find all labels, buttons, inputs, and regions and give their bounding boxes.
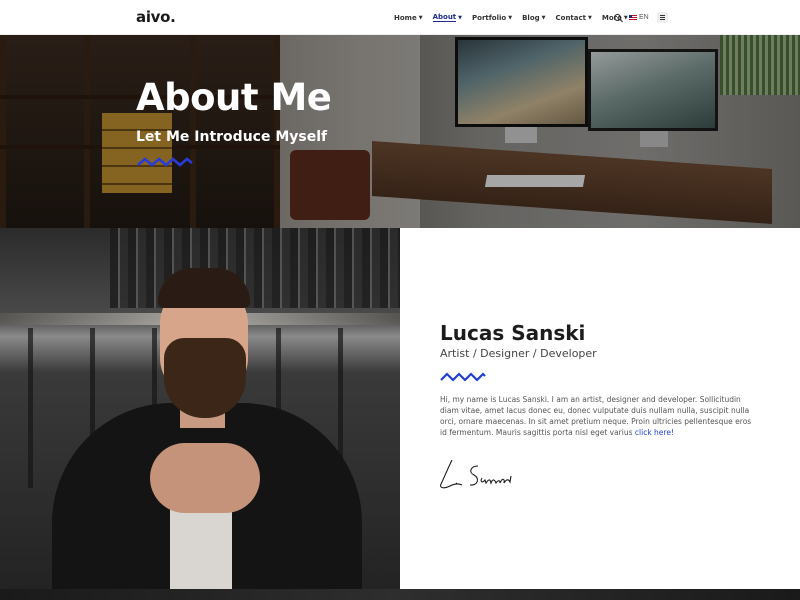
profile-photo (0, 228, 400, 589)
page-subtitle: Let Me Introduce Myself (136, 129, 328, 145)
person-beard (164, 338, 246, 418)
nav-item-home[interactable]: Home ▼ (394, 14, 423, 22)
page-title: About Me (136, 76, 332, 119)
profile-role: Artist / Designer / Developer (440, 347, 597, 360)
nav-label: Contact (555, 13, 587, 22)
nav-item-blog[interactable]: Blog ▼ (522, 14, 545, 22)
zigzag-divider-icon (137, 157, 193, 167)
header-tools: EN (613, 0, 668, 35)
nav-label: Portfolio (472, 13, 507, 22)
menu-button[interactable] (656, 12, 668, 23)
nav-label: Blog (522, 13, 540, 22)
language-label: EN (639, 14, 649, 21)
bio-text: Hi, my name is Lucas Sanski. I am an art… (440, 395, 752, 437)
person-hands (150, 443, 260, 513)
signature (440, 459, 512, 489)
profile-name: Lucas Sanski (440, 321, 586, 345)
uk-flag-icon (629, 15, 637, 20)
chevron-down-icon: ▼ (541, 14, 546, 21)
chevron-down-icon: ▼ (458, 14, 463, 21)
hero-banner: About Me Let Me Introduce Myself (0, 35, 800, 228)
zigzag-divider-icon (440, 372, 486, 382)
language-switcher[interactable]: EN (629, 14, 649, 21)
hero-overlay (0, 35, 800, 228)
next-section-edge (0, 589, 800, 600)
site-logo[interactable]: aivo. (136, 8, 176, 26)
chevron-down-icon: ▼ (508, 14, 513, 21)
profile-bio: Hi, my name is Lucas Sanski. I am an art… (440, 394, 760, 438)
site-header: aivo. Home ▼ About ▼ Portfolio ▼ Blog ▼ … (0, 0, 800, 35)
nav-item-contact[interactable]: Contact ▼ (556, 14, 592, 22)
person-hair (158, 268, 250, 308)
main-nav: Home ▼ About ▼ Portfolio ▼ Blog ▼ Contac… (394, 0, 638, 35)
menu-icon (659, 15, 665, 20)
nav-label: Home (394, 13, 417, 22)
nav-item-about[interactable]: About ▼ (432, 13, 463, 22)
click-here-link[interactable]: click here! (635, 428, 674, 437)
chevron-down-icon: ▼ (418, 14, 423, 21)
bar-shelves-image (110, 228, 400, 308)
nav-item-portfolio[interactable]: Portfolio ▼ (472, 14, 512, 22)
profile-info: Lucas Sanski Artist / Designer / Develop… (400, 228, 800, 589)
chevron-down-icon: ▼ (588, 14, 592, 21)
search-icon[interactable] (613, 13, 623, 23)
nav-label: About (432, 13, 457, 22)
